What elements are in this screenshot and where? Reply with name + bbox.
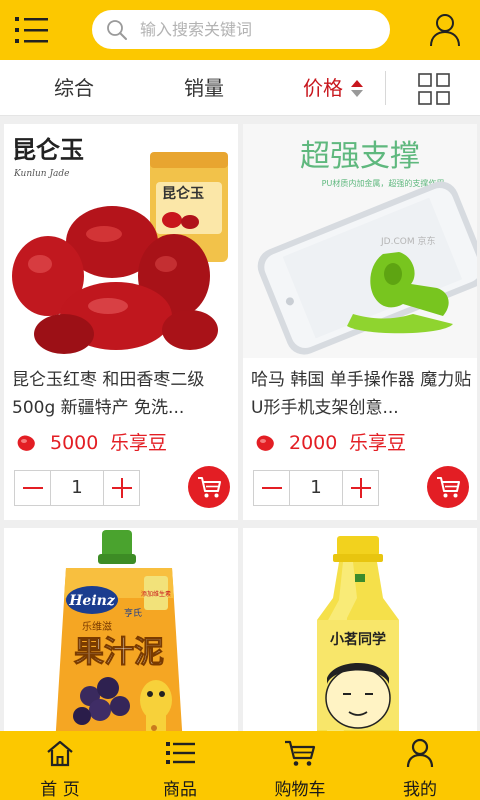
product-image[interactable]: 超强支撑 PU材质内加金属，超强的支撑作用 JD.COM 京东 — [243, 124, 477, 358]
list-menu-icon — [15, 17, 48, 43]
cart-icon — [437, 477, 460, 498]
bottom-nav: 首 页 商品 购物车 我的 — [0, 731, 480, 800]
product-image[interactable]: 昆仑玉 Kunlun Jade 昆仑玉 — [4, 124, 238, 358]
grid-view-toggle[interactable] — [418, 73, 450, 105]
nav-cart[interactable]: 购物车 — [240, 731, 360, 800]
increase-button[interactable] — [342, 471, 378, 505]
price-value: 5000 — [50, 432, 99, 454]
home-icon — [47, 740, 73, 767]
product-card[interactable]: 小茗同学 — [243, 528, 477, 731]
quantity-value[interactable]: 1 — [51, 471, 103, 505]
grid-icon — [418, 73, 450, 105]
nav-label: 首 页 — [40, 780, 80, 800]
juice-pouch-image: Heinz 亨氏 添加维生素 乐维滋 果汁泥 — [4, 528, 238, 731]
quantity-value[interactable]: 1 — [290, 471, 342, 505]
svg-text:添加维生素: 添加维生素 — [141, 590, 171, 598]
svg-text:小茗同学: 小茗同学 — [330, 631, 386, 648]
cart-icon — [198, 477, 221, 498]
svg-text:Heinz: Heinz — [68, 593, 116, 609]
account-button[interactable] — [428, 12, 462, 48]
nav-label: 商品 — [163, 780, 197, 800]
svg-text:Kunlun Jade: Kunlun Jade — [13, 169, 70, 179]
quantity-stepper: 1 — [253, 470, 379, 506]
decrease-button[interactable] — [15, 471, 51, 505]
plus-icon — [351, 478, 371, 498]
cart-icon — [285, 740, 316, 766]
nav-products[interactable]: 商品 — [120, 731, 240, 800]
product-title[interactable]: 昆仑玉红枣 和田香枣二级500g 新疆特产 免洗... — [12, 366, 234, 422]
nav-home[interactable]: 首 页 — [0, 731, 120, 800]
bean-icon — [17, 435, 35, 451]
svg-text:JD.COM 京东: JD.COM 京东 — [380, 235, 435, 247]
tea-bottle-image: 小茗同学 — [243, 528, 477, 731]
plus-icon — [112, 478, 132, 498]
product-card[interactable]: 超强支撑 PU材质内加金属，超强的支撑作用 JD.COM 京东 哈马 韩国 单手… — [243, 124, 477, 520]
svg-text:果汁泥: 果汁泥 — [74, 635, 164, 670]
price-unit: 乐享豆 — [110, 432, 168, 454]
top-bar — [0, 0, 480, 60]
price-value: 2000 — [289, 432, 338, 454]
nav-profile[interactable]: 我的 — [360, 731, 480, 800]
phone-stand-image: 超强支撑 PU材质内加金属，超强的支撑作用 JD.COM 京东 — [243, 124, 477, 358]
red-dates-image: 昆仑玉 Kunlun Jade 昆仑玉 — [4, 124, 238, 358]
svg-text:昆仑玉: 昆仑玉 — [162, 185, 204, 202]
list-icon — [166, 742, 195, 764]
search-icon — [107, 20, 127, 40]
user-icon — [406, 738, 434, 768]
svg-text:亨氏: 亨氏 — [124, 607, 142, 619]
product-title[interactable]: 哈马 韩国 单手操作器 魔力贴 U形手机支架创意... — [251, 366, 473, 422]
quantity-stepper: 1 — [14, 470, 140, 506]
price-unit: 乐享豆 — [349, 432, 407, 454]
svg-text:乐维滋: 乐维滋 — [82, 620, 112, 633]
svg-text:昆仑玉: 昆仑玉 — [12, 135, 84, 164]
add-to-cart-button[interactable] — [427, 466, 469, 508]
decrease-button[interactable] — [254, 471, 290, 505]
minus-icon — [262, 487, 282, 489]
product-card[interactable]: Heinz 亨氏 添加维生素 乐维滋 果汁泥 — [4, 528, 238, 731]
svg-text:超强支撑: 超强支撑 — [300, 139, 420, 174]
nav-label: 我的 — [403, 780, 437, 800]
minus-icon — [23, 487, 43, 489]
search-input[interactable] — [140, 10, 380, 49]
sort-arrows-icon — [351, 80, 363, 97]
product-image[interactable]: Heinz 亨氏 添加维生素 乐维滋 果汁泥 — [4, 528, 238, 731]
search-box[interactable] — [92, 10, 390, 49]
sort-divider — [385, 71, 386, 105]
increase-button[interactable] — [103, 471, 139, 505]
user-icon — [430, 14, 460, 47]
product-image[interactable]: 小茗同学 — [243, 528, 477, 731]
add-to-cart-button[interactable] — [188, 466, 230, 508]
sort-tab-default[interactable]: 综合 — [30, 60, 118, 116]
sort-tab-price[interactable]: 价格 — [298, 60, 348, 116]
category-menu-button[interactable] — [14, 14, 50, 46]
bean-icon — [256, 435, 274, 451]
product-card[interactable]: 昆仑玉 Kunlun Jade 昆仑玉 昆仑玉红枣 和田香枣二级500g 新疆特… — [4, 124, 238, 520]
sort-bar: 综合 销量 价格 — [0, 60, 480, 116]
nav-label: 购物车 — [274, 780, 326, 800]
sort-tab-sales[interactable]: 销量 — [160, 60, 248, 116]
